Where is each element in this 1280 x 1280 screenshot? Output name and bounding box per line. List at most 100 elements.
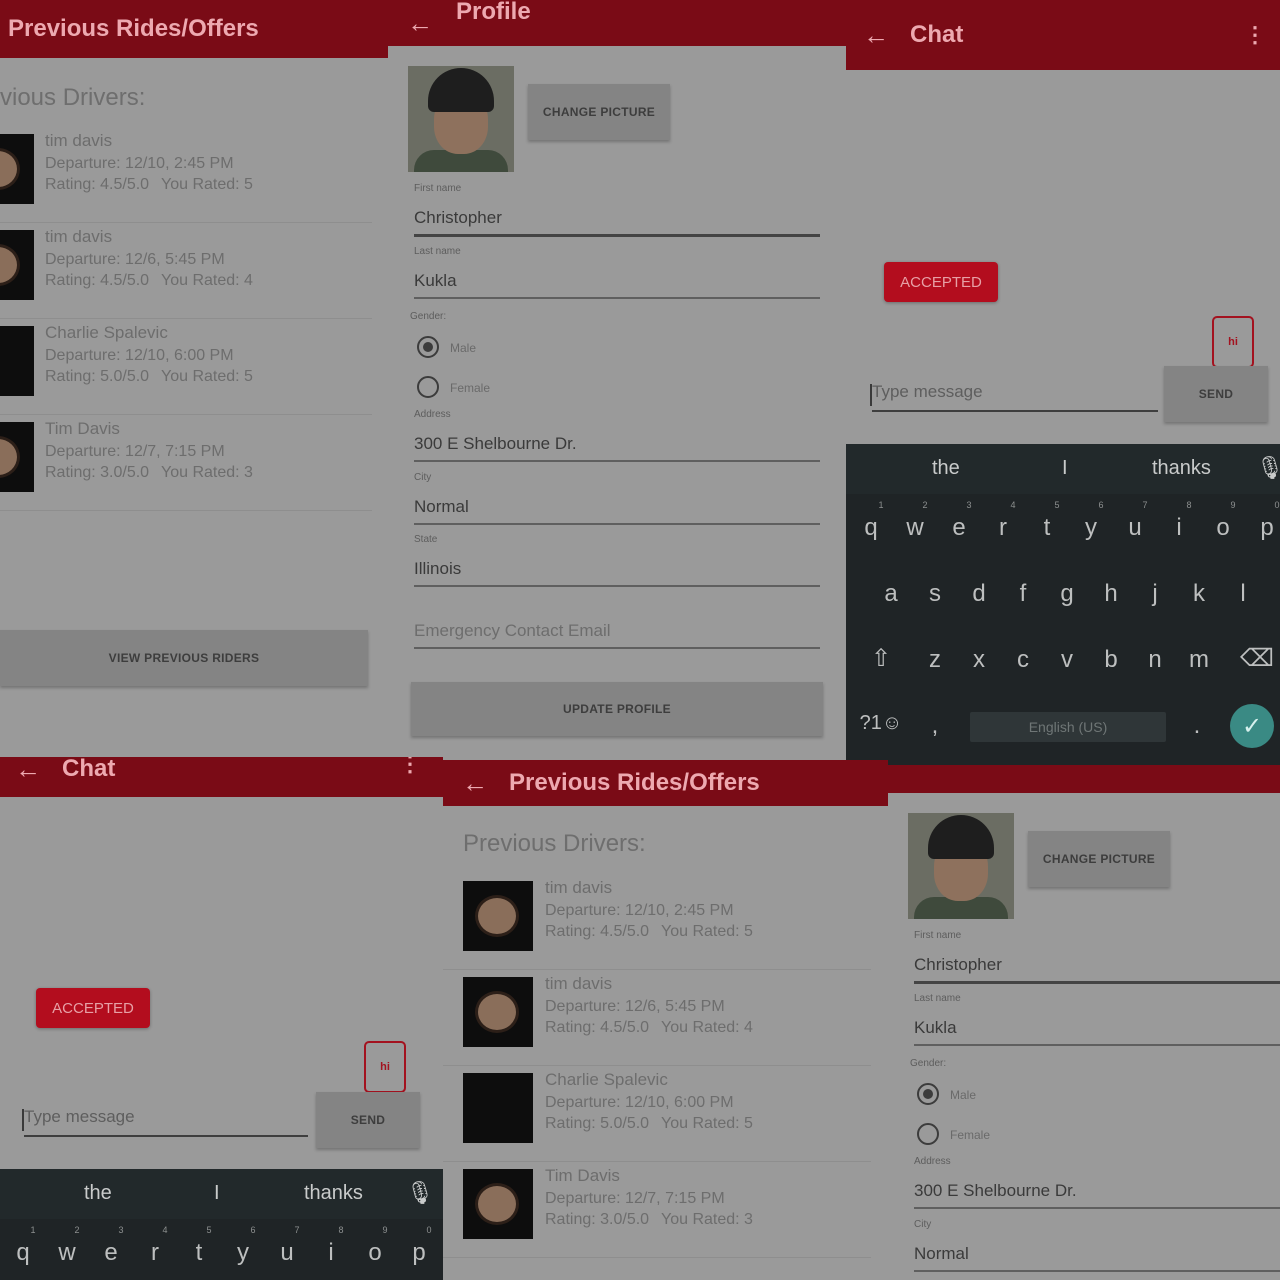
- send-button[interactable]: SEND: [316, 1092, 420, 1148]
- key-1[interactable]: w: [52, 1239, 82, 1267]
- key-3[interactable]: r: [988, 514, 1018, 542]
- change-picture-button[interactable]: CHANGE PICTURE: [1028, 831, 1170, 887]
- last-name-input[interactable]: Kukla: [414, 271, 820, 299]
- suggestion-thanks[interactable]: thanks: [304, 1182, 363, 1205]
- departure-time: Departure: 12/10, 2:45 PM: [45, 155, 234, 172]
- suggestion-i[interactable]: I: [1062, 457, 1068, 480]
- ride-list-item[interactable]: Tim Davis Departure: 12/7, 7:15 PM Rating:…: [443, 1165, 871, 1258]
- departure-time: Departure: 12/6, 5:45 PM: [45, 251, 225, 268]
- driver-rating: Rating: 3.0/5.0: [545, 1211, 650, 1228]
- key-5[interactable]: h: [1096, 580, 1126, 608]
- key-8[interactable]: o: [1208, 514, 1238, 542]
- key-1[interactable]: s: [920, 580, 950, 608]
- gender-female-radio[interactable]: [417, 376, 439, 398]
- key-3[interactable]: r: [140, 1239, 170, 1267]
- key-8[interactable]: o: [360, 1239, 390, 1267]
- key-2[interactable]: e: [944, 514, 974, 542]
- first-name-input[interactable]: Christopher: [414, 208, 820, 237]
- ride-list-item[interactable]: tim davis Departure: 12/10, 2:45 PM Rating…: [0, 130, 372, 223]
- key-2[interactable]: d: [964, 580, 994, 608]
- key-5[interactable]: y: [1076, 514, 1106, 542]
- ride-list-item[interactable]: tim davis Departure: 12/10, 2:45 PM Rating…: [443, 877, 871, 970]
- message-input[interactable]: Type message: [22, 1107, 308, 1137]
- your-rating: You Rated: 5: [161, 368, 253, 385]
- state-input[interactable]: Illinois: [414, 559, 820, 587]
- message-input[interactable]: Type message: [870, 382, 1158, 412]
- ride-list-item[interactable]: tim davis Departure: 12/6, 5:45 PM Rating:…: [443, 973, 871, 1066]
- city-input[interactable]: Normal: [414, 497, 820, 525]
- departure-time: Departure: 12/7, 7:15 PM: [45, 443, 225, 460]
- more-vert-icon[interactable]: ⋮: [1244, 22, 1266, 48]
- period-key[interactable]: .: [1182, 712, 1212, 740]
- first-name-input[interactable]: Christopher: [914, 955, 1280, 984]
- city-input[interactable]: Normal: [914, 1244, 1280, 1272]
- shift-key-icon[interactable]: ⇧: [866, 644, 896, 673]
- chat-screen-top: ← Chat ⋮ ACCEPTED hi Type message SEND t…: [846, 0, 1280, 765]
- back-arrow-icon[interactable]: ←: [10, 757, 46, 785]
- view-previous-riders-button[interactable]: VIEW PREVIOUS RIDERS: [0, 630, 368, 686]
- gender-female-radio[interactable]: [917, 1123, 939, 1145]
- back-arrow-icon[interactable]: ←: [457, 768, 493, 799]
- key-7[interactable]: i: [316, 1239, 346, 1267]
- emergency-email-input[interactable]: Emergency Contact Email: [414, 621, 820, 649]
- your-rating: You Rated: 5: [161, 176, 253, 193]
- more-vert-icon[interactable]: ⋮: [399, 757, 421, 777]
- key-8[interactable]: l: [1228, 580, 1258, 608]
- key-0[interactable]: q: [856, 514, 886, 542]
- suggestion-i[interactable]: I: [214, 1182, 220, 1205]
- key-2[interactable]: e: [96, 1239, 126, 1267]
- microphone-icon[interactable]: 🎙: [406, 1180, 434, 1206]
- key-9[interactable]: p: [1252, 514, 1280, 542]
- update-profile-button[interactable]: UPDATE PROFILE: [411, 682, 823, 736]
- symbols-key[interactable]: ?1☺: [856, 712, 906, 735]
- first-name-label: First name: [414, 183, 462, 194]
- gender-male-radio[interactable]: [917, 1083, 939, 1105]
- change-picture-button[interactable]: CHANGE PICTURE: [528, 84, 670, 140]
- key-6[interactable]: u: [272, 1239, 302, 1267]
- suggestion-the[interactable]: the: [84, 1182, 112, 1205]
- ride-list-item[interactable]: Charlie Spalevic Departure: 12/10, 6:00 P…: [443, 1069, 871, 1162]
- key-3[interactable]: v: [1052, 646, 1082, 674]
- suggestion-thanks[interactable]: thanks: [1152, 457, 1211, 480]
- back-arrow-icon[interactable]: ←: [858, 20, 894, 51]
- microphone-icon[interactable]: 🎙: [1256, 455, 1280, 481]
- key-0[interactable]: q: [8, 1239, 38, 1267]
- key-4[interactable]: t: [1032, 514, 1062, 542]
- gender-male-radio[interactable]: [417, 336, 439, 358]
- key-6[interactable]: u: [1120, 514, 1150, 542]
- key-4[interactable]: b: [1096, 646, 1126, 674]
- comma-key[interactable]: ,: [920, 712, 950, 740]
- ride-list-item[interactable]: Charlie Spalevic Departure: 12/10, 6:00 P…: [0, 322, 372, 415]
- done-check-icon[interactable]: ✓: [1230, 704, 1274, 748]
- last-name-input[interactable]: Kukla: [914, 1018, 1280, 1046]
- departure-time: Departure: 12/7, 7:15 PM: [545, 1190, 725, 1207]
- address-input[interactable]: 300 E Shelbourne Dr.: [914, 1181, 1280, 1209]
- send-button[interactable]: SEND: [1164, 366, 1268, 422]
- key-0[interactable]: a: [876, 580, 906, 608]
- key-number-hint: 8: [338, 1225, 344, 1235]
- address-input[interactable]: 300 E Shelbourne Dr.: [414, 434, 820, 462]
- driver-photo: [463, 1169, 533, 1239]
- key-number-hint: 4: [162, 1225, 168, 1235]
- key-4[interactable]: g: [1052, 580, 1082, 608]
- suggestion-the[interactable]: the: [932, 457, 960, 480]
- key-7[interactable]: k: [1184, 580, 1214, 608]
- key-number-hint: 7: [1142, 500, 1148, 510]
- key-9[interactable]: p: [404, 1239, 434, 1267]
- key-1[interactable]: w: [900, 514, 930, 542]
- back-arrow-icon[interactable]: ←: [402, 8, 438, 39]
- key-1[interactable]: x: [964, 646, 994, 674]
- ride-list-item[interactable]: Tim Davis Departure: 12/7, 7:15 PM Rating:…: [0, 418, 372, 511]
- ride-list-item[interactable]: tim davis Departure: 12/6, 5:45 PM Rating:…: [0, 226, 372, 319]
- space-bar[interactable]: English (US): [970, 712, 1166, 742]
- key-0[interactable]: z: [920, 646, 950, 674]
- key-4[interactable]: t: [184, 1239, 214, 1267]
- key-3[interactable]: f: [1008, 580, 1038, 608]
- key-6[interactable]: m: [1184, 646, 1214, 674]
- key-6[interactable]: j: [1140, 580, 1170, 608]
- key-2[interactable]: c: [1008, 646, 1038, 674]
- key-5[interactable]: n: [1140, 646, 1170, 674]
- key-7[interactable]: i: [1164, 514, 1194, 542]
- backspace-key-icon[interactable]: ⌫: [1240, 644, 1274, 673]
- key-5[interactable]: y: [228, 1239, 258, 1267]
